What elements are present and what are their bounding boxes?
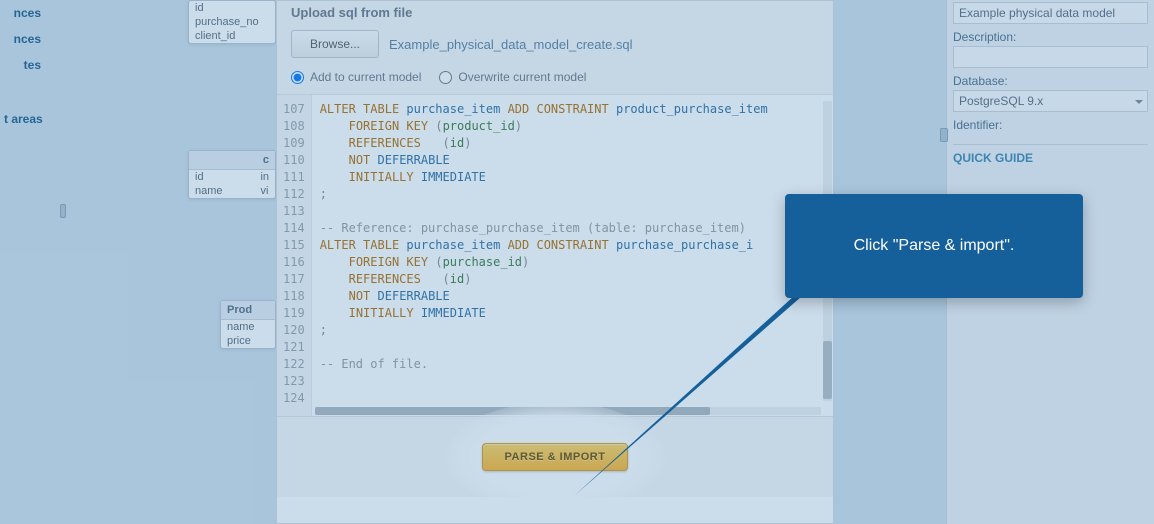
left-sidebar: nces nces tes t areas — [0, 0, 45, 524]
upload-title: Upload sql from file — [291, 1, 819, 30]
table-header: Prod — [221, 301, 275, 320]
editor-gutter: 107 108 109 110 111 112 113 114 115 116 … — [277, 95, 312, 416]
database-label: Database: — [953, 74, 1148, 88]
table-header: c — [189, 151, 275, 170]
identifier-label: Identifier: — [953, 118, 1148, 132]
sidebar-item[interactable]: nces — [0, 0, 45, 26]
diagram-canvas[interactable]: id purchase_no client_id c id name in vi… — [60, 0, 280, 524]
sidebar-item[interactable]: nces — [0, 26, 45, 52]
description-label: Description: — [953, 30, 1148, 44]
table-column: purchase_no — [189, 15, 275, 29]
tooltip-pointer — [574, 266, 834, 496]
description-field[interactable] — [953, 46, 1148, 68]
table-column: in — [254, 170, 275, 184]
diagram-table[interactable]: c id name in vi — [188, 150, 276, 199]
selected-filename: Example_physical_data_model_create.sql — [389, 37, 633, 52]
table-column: id — [189, 1, 275, 15]
sidebar-item[interactable]: t areas — [0, 106, 45, 132]
radio-add-label: Add to current model — [310, 70, 421, 84]
table-column: price — [221, 334, 275, 348]
table-column: name — [189, 184, 229, 198]
model-name-field[interactable]: Example physical data model — [953, 2, 1148, 24]
radio-overwrite-label: Overwrite current model — [458, 70, 586, 84]
table-column: id — [189, 170, 229, 184]
browse-button[interactable]: Browse... — [291, 30, 379, 58]
quick-guide-heading[interactable]: QUICK GUIDE — [953, 144, 1148, 165]
table-column: vi — [254, 184, 275, 198]
panel-collapse-handle[interactable] — [940, 128, 948, 142]
table-column: name — [221, 320, 275, 334]
upload-section: Upload sql from file Browse... Example_p… — [277, 1, 833, 95]
tooltip-text: Click "Parse & import". — [854, 237, 1015, 255]
diagram-table[interactable]: Prod name price — [220, 300, 276, 349]
radio-add-to-model[interactable] — [291, 71, 304, 84]
sidebar-item[interactable]: tes — [0, 52, 45, 78]
diagram-table[interactable]: id purchase_no client_id — [188, 0, 276, 44]
tutorial-tooltip: Click "Parse & import". — [785, 194, 1083, 298]
table-column: client_id — [189, 29, 275, 43]
database-select[interactable]: PostgreSQL 9.x — [953, 90, 1148, 112]
radio-overwrite-model[interactable] — [439, 71, 452, 84]
